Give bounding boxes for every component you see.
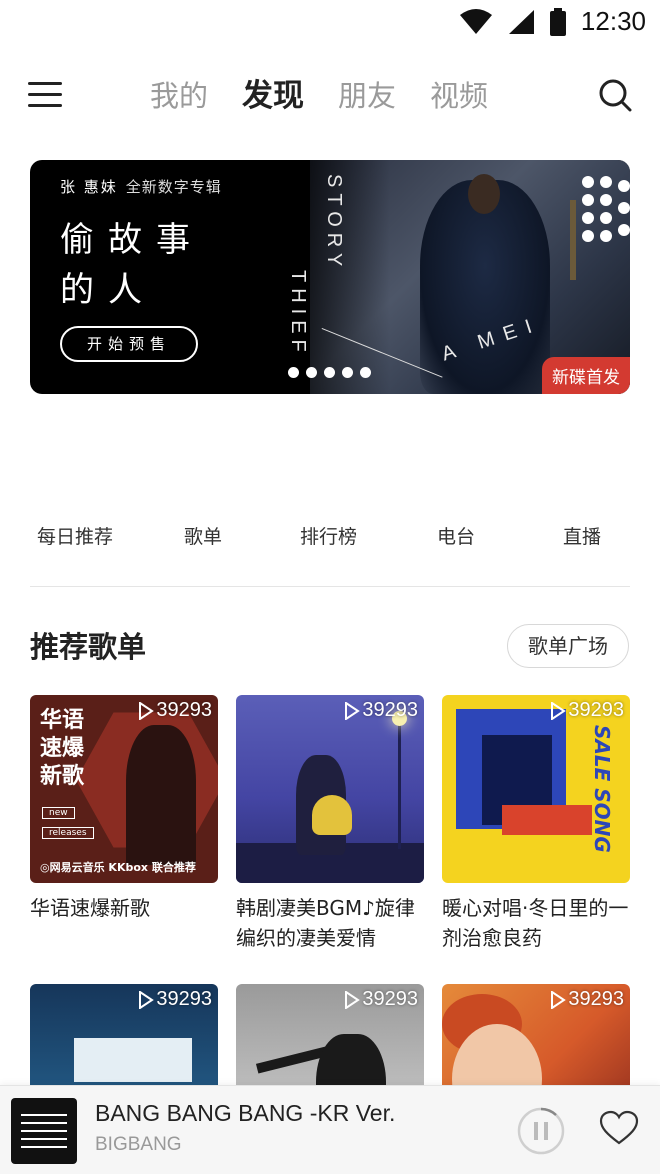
promo-banner[interactable]: 张 惠妹 全新数字专辑 偷故事 的人 开始预售 STORY THIEF A MEI… <box>30 160 630 394</box>
cover-text: 华语速爆新歌 <box>40 708 85 789</box>
play-icon <box>139 991 155 1009</box>
tab-mine[interactable]: 我的 <box>150 74 208 118</box>
cover-shape <box>502 805 592 835</box>
play-count-value: 39293 <box>568 699 624 721</box>
banner-decor <box>570 200 576 280</box>
banner-subtitle: 全新数字专辑 <box>125 178 222 196</box>
page-dot[interactable] <box>288 367 299 378</box>
status-icons: 12:30 <box>459 6 646 37</box>
menu-button[interactable] <box>28 80 62 110</box>
play-icon <box>345 702 361 720</box>
page-dot[interactable] <box>324 367 335 378</box>
play-icon <box>345 991 361 1009</box>
page-dot[interactable] <box>342 367 353 378</box>
track-artist: BIGBANG <box>95 1134 182 1155</box>
page-dot[interactable] <box>360 367 371 378</box>
tab-bar: 我的 发现 朋友 视频 <box>150 74 488 118</box>
cover-lamp <box>398 719 401 849</box>
cover-screen <box>74 1038 192 1082</box>
banner-title-line1: 偷故事 <box>60 220 204 260</box>
tab-discover[interactable]: 发现 <box>242 74 304 118</box>
wifi-icon <box>459 8 492 34</box>
album-art[interactable] <box>11 1098 77 1164</box>
cover-tag: new <box>42 807 75 819</box>
playlist-title: 华语速爆新歌 <box>30 896 150 920</box>
play-icon <box>551 991 567 1009</box>
tab-video[interactable]: 视频 <box>430 74 488 118</box>
banner-badge: 新碟首发 <box>542 357 630 394</box>
play-count: 39293 <box>344 699 418 722</box>
banner-artist: 张 惠妹 全新数字专辑 <box>60 176 222 197</box>
play-count-value: 39293 <box>362 988 418 1010</box>
play-count: 39293 <box>344 988 418 1011</box>
status-bar: 12:30 <box>0 0 660 46</box>
playlist-title: 韩剧凄美BGM♪旋律编织的凄美爱情 <box>236 896 415 950</box>
category-charts[interactable]: 排行榜 <box>300 522 357 549</box>
play-icon <box>551 702 567 720</box>
heart-icon[interactable] <box>599 1110 639 1146</box>
play-count-value: 39293 <box>156 988 212 1010</box>
cover-text: SALE SONG <box>590 725 614 853</box>
cover-footer: ◎网易云音乐 KKbox 联合推荐 <box>40 861 196 874</box>
playlist-title: 暖心对唱·冬日里的一剂治愈良药 <box>442 896 629 950</box>
play-count-value: 39293 <box>156 699 212 721</box>
playlist-card[interactable]: 39293 韩剧凄美BGM♪旋律编织的凄美爱情 <box>236 695 424 953</box>
play-count-value: 39293 <box>568 988 624 1010</box>
section-title: 推荐歌单 <box>30 630 147 664</box>
playlist-cover: SALE SONG 39293 <box>442 695 630 883</box>
signal-icon <box>508 9 534 34</box>
banner-pagination <box>288 367 371 378</box>
category-radio[interactable]: 电台 <box>437 522 475 549</box>
playlist-cover: 39293 <box>236 695 424 883</box>
banner-text-thief: THIEF <box>287 270 309 358</box>
category-playlist[interactable]: 歌单 <box>184 522 222 549</box>
category-daily[interactable]: 每日推荐 <box>37 522 113 549</box>
clock: 12:30 <box>580 6 646 36</box>
category-row: 每日推荐 歌单 排行榜 电台 直播 <box>0 522 660 562</box>
page-dot[interactable] <box>306 367 317 378</box>
pause-icon[interactable] <box>516 1106 566 1156</box>
cover-person <box>126 725 196 865</box>
banner-dot-pattern <box>582 176 630 246</box>
cover-dress <box>312 795 352 835</box>
banner-title-line2: 的人 <box>60 270 156 310</box>
play-count: 39293 <box>550 699 624 722</box>
mini-player[interactable]: BANG BANG BANG -KR Ver. BIGBANG <box>0 1085 660 1174</box>
menu-icon-bar <box>28 93 62 96</box>
banner-figure-head <box>468 174 500 214</box>
presale-button[interactable]: 开始预售 <box>60 326 198 362</box>
menu-icon <box>28 82 62 85</box>
playlist-plaza-button[interactable]: 歌单广场 <box>507 624 629 668</box>
cover-tag: releases <box>42 827 94 839</box>
playlist-cover: 华语速爆新歌 new releases ◎网易云音乐 KKbox 联合推荐 39… <box>30 695 218 883</box>
battery-icon <box>549 7 566 36</box>
banner-artist-name: 张 惠妹 <box>60 178 118 196</box>
play-count: 39293 <box>138 699 212 722</box>
play-icon <box>139 702 155 720</box>
play-count: 39293 <box>550 988 624 1011</box>
banner-text-story: STORY <box>323 174 345 273</box>
track-title: BANG BANG BANG -KR Ver. <box>95 1100 396 1126</box>
search-icon[interactable] <box>598 78 632 112</box>
divider <box>30 586 630 587</box>
play-count-value: 39293 <box>362 699 418 721</box>
playlist-card[interactable]: SALE SONG 39293 暖心对唱·冬日里的一剂治愈良药 <box>442 695 630 953</box>
top-nav: 我的 发现 朋友 视频 <box>0 60 660 132</box>
playlist-card[interactable]: 华语速爆新歌 new releases ◎网易云音乐 KKbox 联合推荐 39… <box>30 695 218 923</box>
menu-icon-bar <box>28 104 62 107</box>
tab-friends[interactable]: 朋友 <box>338 74 396 118</box>
category-live[interactable]: 直播 <box>563 522 601 549</box>
play-count: 39293 <box>138 988 212 1011</box>
